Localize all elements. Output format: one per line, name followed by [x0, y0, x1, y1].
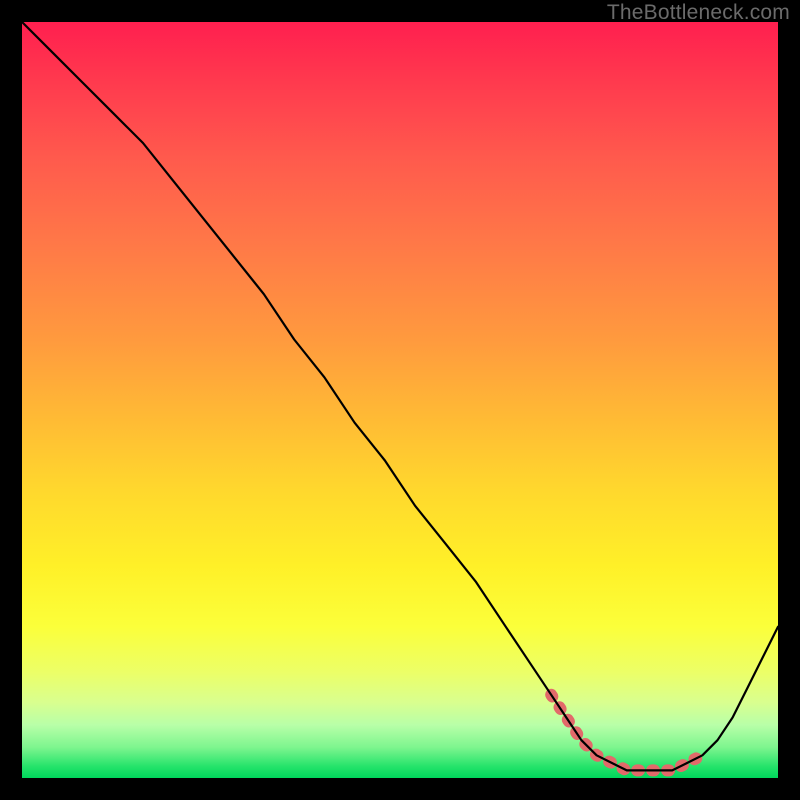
plot-area [22, 22, 778, 778]
bottleneck-curve [22, 22, 778, 770]
chart-stage: TheBottleneck.com [0, 0, 800, 800]
highlight-segment [551, 695, 702, 771]
curve-svg [22, 22, 778, 778]
